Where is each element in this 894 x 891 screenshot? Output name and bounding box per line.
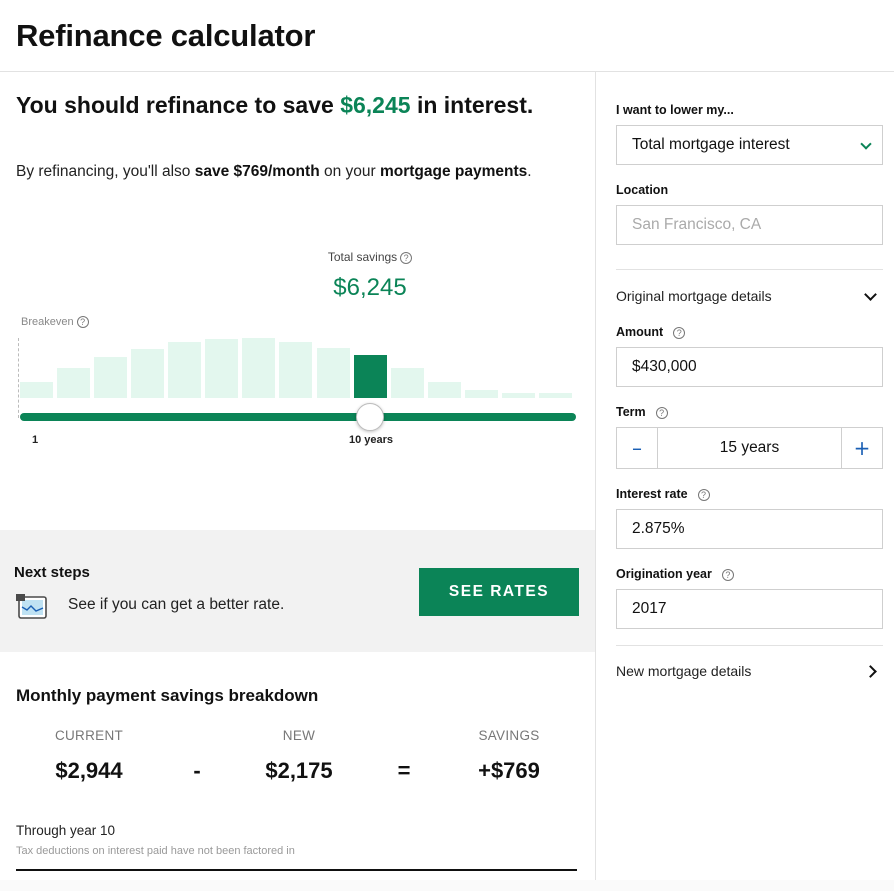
goal-select[interactable]: Total mortgage interest <box>616 125 883 165</box>
form-divider <box>616 645 883 646</box>
amount-label: Amount? <box>616 325 686 339</box>
location-input[interactable]: San Francisco, CA <box>616 205 883 245</box>
term-value: 15 years <box>719 439 780 456</box>
slider-start-label: 1 <box>32 434 39 446</box>
term-decrement-button[interactable]: – <box>617 428 658 468</box>
savings-bar <box>57 368 90 398</box>
help-icon[interactable]: ? <box>721 568 734 581</box>
amount-label-text: Amount <box>616 325 664 339</box>
form-divider <box>616 269 883 270</box>
savings-bar-chart <box>0 0 595 500</box>
term-stepper: – 15 years + <box>616 427 883 469</box>
help-icon[interactable]: ? <box>697 488 710 501</box>
origination-year-label: Origination year? <box>616 567 734 581</box>
origination-year-input[interactable]: 2017 <box>616 589 883 629</box>
interest-rate-label-text: Interest rate <box>616 487 688 501</box>
savings-bar <box>502 393 535 398</box>
breakdown-title: Monthly payment savings breakdown <box>16 686 319 705</box>
current-payment-value: $2,944 <box>55 758 123 783</box>
term-label-text: Term <box>616 405 646 419</box>
location-label: Location <box>616 183 669 197</box>
new-payment-value: $2,175 <box>265 758 333 783</box>
savings-bar <box>465 390 498 398</box>
savings-bar <box>539 393 572 398</box>
see-rates-button[interactable]: SEE RATES <box>419 568 579 616</box>
interest-rate-label: Interest rate? <box>616 487 710 501</box>
through-year-label: Through year 10 <box>16 823 116 838</box>
savings-bar <box>168 342 201 398</box>
new-mortgage-toggle[interactable]: New mortgage details <box>616 663 883 679</box>
help-icon[interactable]: ? <box>673 326 686 339</box>
goal-label: I want to lower my... <box>616 103 734 117</box>
column-divider <box>595 72 596 891</box>
origination-year-label-text: Origination year <box>616 567 712 581</box>
original-mortgage-label: Original mortgage details <box>616 288 772 304</box>
savings-value: +$769 <box>478 758 540 783</box>
original-mortgage-toggle[interactable]: Original mortgage details <box>616 288 883 304</box>
rate-tablet-icon <box>16 594 47 619</box>
next-steps-title: Next steps <box>14 564 90 581</box>
amount-input[interactable]: $430,000 <box>616 347 883 387</box>
years-slider-handle[interactable] <box>356 403 384 431</box>
savings-bar <box>428 382 461 398</box>
bottom-strip <box>0 880 894 891</box>
current-payment-label: CURRENT <box>54 728 124 743</box>
savings-label: SAVINGS <box>478 728 540 743</box>
chevron-down-icon <box>860 138 872 150</box>
savings-bar <box>205 339 238 398</box>
term-increment-button[interactable]: + <box>841 428 882 468</box>
breakdown-divider <box>16 869 577 871</box>
tax-footnote: Tax deductions on interest paid have not… <box>16 845 295 857</box>
next-steps-panel: Next steps See if you can get a better r… <box>0 530 595 652</box>
years-slider-track[interactable] <box>20 413 576 421</box>
savings-bar <box>391 368 424 398</box>
term-label: Term? <box>616 405 668 419</box>
next-steps-text: See if you can get a better rate. <box>68 596 285 613</box>
savings-bar <box>317 348 350 398</box>
new-payment-label: NEW <box>282 728 316 743</box>
savings-bar <box>131 349 164 398</box>
slider-current-label: 10 years <box>348 434 394 446</box>
savings-bar <box>242 338 275 398</box>
savings-bar <box>94 357 127 398</box>
new-mortgage-label: New mortgage details <box>616 663 752 679</box>
goal-select-value: Total mortgage interest <box>632 136 790 153</box>
savings-bar <box>354 355 387 398</box>
interest-rate-input[interactable]: 2.875% <box>616 509 883 549</box>
savings-bar <box>279 342 312 398</box>
help-icon[interactable]: ? <box>655 406 668 419</box>
minus-sign: - <box>193 758 201 783</box>
savings-bar <box>20 382 53 398</box>
equals-sign: = <box>397 758 411 783</box>
